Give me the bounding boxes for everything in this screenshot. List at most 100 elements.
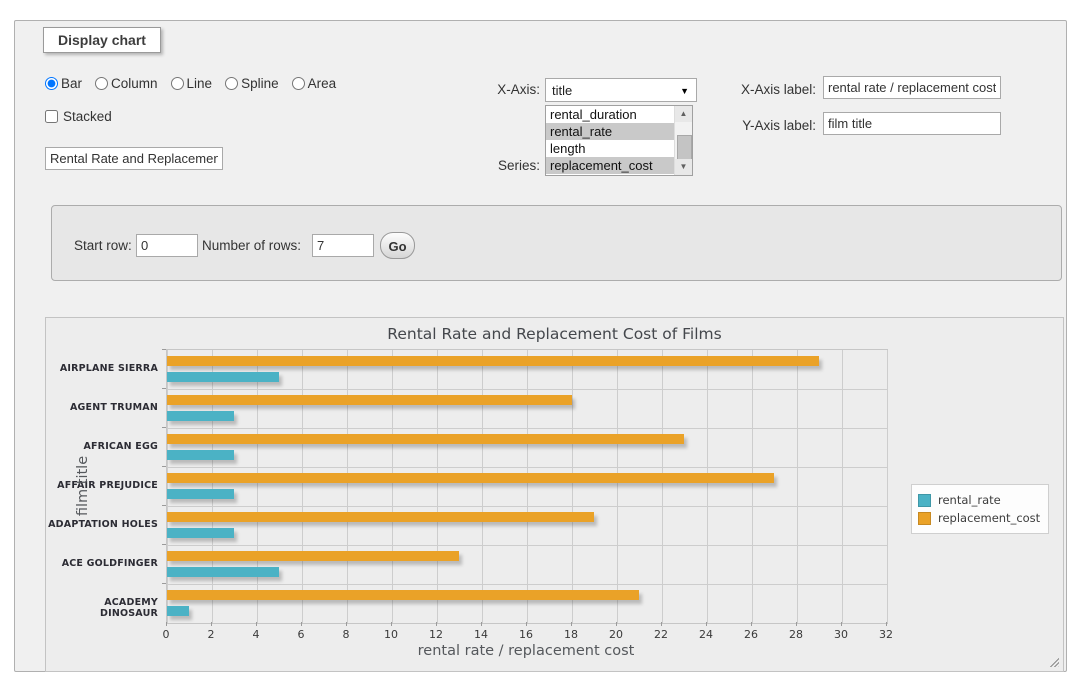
gridline: [887, 350, 888, 623]
gridline: [212, 350, 213, 623]
series-option-length[interactable]: length: [546, 140, 677, 157]
x-tick-label: 0: [151, 628, 181, 641]
x-tick-mark: [346, 622, 347, 626]
chart-type-option-line: Line: [171, 76, 213, 91]
row-range-panel: Start row: Number of rows: Go: [51, 205, 1062, 281]
x-tick-mark: [391, 622, 392, 626]
go-button[interactable]: Go: [380, 232, 415, 259]
gridline: [662, 350, 663, 623]
category-label: ACE GOLDFINGER: [46, 558, 158, 569]
number-of-rows-input[interactable]: [312, 234, 374, 257]
y-axis-title: film title: [75, 456, 91, 516]
bar-rental_rate: [167, 489, 234, 499]
chart-type-radio-column[interactable]: [95, 77, 108, 90]
x-tick-label: 30: [826, 628, 856, 641]
gridline: [167, 350, 168, 623]
stacked-checkbox-row: Stacked: [45, 109, 112, 124]
chart-type-option-column: Column: [95, 76, 158, 91]
gridline: [752, 350, 753, 623]
chart-type-radio-label: Spline: [241, 76, 279, 91]
legend-row: rental_rate: [918, 492, 1040, 508]
chart-type-option-area: Area: [292, 76, 337, 91]
x-tick-mark: [211, 622, 212, 626]
x-axis-select-value: title: [552, 83, 572, 98]
chart-type-radio-line[interactable]: [171, 77, 184, 90]
series-option-rental_rate[interactable]: rental_rate: [546, 123, 677, 140]
chart-title: Rental Rate and Replacement Cost of Film…: [46, 325, 1063, 343]
x-axis-select[interactable]: title ▼: [545, 78, 697, 102]
x-tick-mark: [256, 622, 257, 626]
x-tick-label: 24: [691, 628, 721, 641]
series-option-rental_duration[interactable]: rental_duration: [546, 106, 677, 123]
legend-row: replacement_cost: [918, 510, 1040, 526]
chart-type-radio-spline[interactable]: [225, 77, 238, 90]
y-tick-mark: [162, 388, 166, 389]
start-row-label: Start row:: [74, 238, 132, 253]
chart-type-radio-bar[interactable]: [45, 77, 58, 90]
gridline: [347, 350, 348, 623]
y-axis-label-input[interactable]: [823, 112, 1001, 135]
x-tick-mark: [661, 622, 662, 626]
category-label: AFRICAN EGG: [46, 441, 158, 452]
chevron-down-icon: ▼: [680, 86, 689, 96]
chart-type-radio-label: Bar: [61, 76, 82, 91]
x-tick-label: 8: [331, 628, 361, 641]
gridline: [527, 350, 528, 623]
chart-type-radio-area[interactable]: [292, 77, 305, 90]
scroll-down-icon[interactable]: ▼: [675, 159, 692, 175]
x-tick-label: 20: [601, 628, 631, 641]
stacked-checkbox[interactable]: [45, 110, 58, 123]
y-tick-mark: [162, 505, 166, 506]
bar-replacement_cost: [167, 512, 594, 522]
gridline: [842, 350, 843, 623]
gridline: [257, 350, 258, 623]
bar-replacement_cost: [167, 434, 684, 444]
x-tick-mark: [301, 622, 302, 626]
scroll-up-icon[interactable]: ▲: [675, 106, 692, 122]
y-tick-mark: [162, 466, 166, 467]
x-tick-mark: [571, 622, 572, 626]
gridline: [167, 389, 887, 390]
chart-legend: rental_rate replacement_cost: [911, 484, 1049, 534]
series-list-scrollbar[interactable]: ▲ ▼: [674, 106, 692, 175]
gridline: [302, 350, 303, 623]
bar-replacement_cost: [167, 551, 459, 561]
stacked-label: Stacked: [63, 109, 112, 124]
resize-grip-icon[interactable]: [1048, 656, 1059, 667]
x-tick-mark: [436, 622, 437, 626]
series-option-replacement_cost[interactable]: replacement_cost: [546, 157, 677, 174]
x-tick-label: 32: [871, 628, 901, 641]
gridline: [797, 350, 798, 623]
legend-label: replacement_cost: [938, 511, 1040, 525]
chart-type-option-bar: Bar: [45, 76, 82, 91]
bar-rental_rate: [167, 372, 279, 382]
x-tick-label: 28: [781, 628, 811, 641]
gridline: [167, 545, 887, 546]
legend-swatch-rental_rate: [918, 494, 931, 507]
chart-type-radio-group: Bar Column Line Spline Area: [45, 76, 345, 91]
x-tick-label: 26: [736, 628, 766, 641]
x-tick-label: 4: [241, 628, 271, 641]
x-tick-mark: [166, 622, 167, 626]
number-of-rows-label: Number of rows:: [202, 238, 301, 253]
bar-rental_rate: [167, 528, 234, 538]
gridline: [617, 350, 618, 623]
series-listbox[interactable]: ▲ ▼ rental_durationrental_ratelengthrepl…: [545, 105, 693, 176]
x-tick-label: 2: [196, 628, 226, 641]
x-tick-mark: [616, 622, 617, 626]
x-axis-label-input[interactable]: [823, 76, 1001, 99]
x-tick-mark: [526, 622, 527, 626]
chart-title-input[interactable]: [45, 147, 223, 170]
y-tick-mark: [162, 427, 166, 428]
series-list-label: Series:: [455, 158, 540, 173]
chart-type-radio-label: Column: [111, 76, 158, 91]
x-tick-mark: [751, 622, 752, 626]
start-row-input[interactable]: [136, 234, 198, 257]
gridline: [392, 350, 393, 623]
gridline: [707, 350, 708, 623]
scrollbar-thumb[interactable]: [677, 135, 692, 162]
bar-replacement_cost: [167, 395, 572, 405]
x-tick-mark: [841, 622, 842, 626]
x-axis-select-label: X-Axis:: [455, 82, 540, 97]
x-tick-mark: [481, 622, 482, 626]
